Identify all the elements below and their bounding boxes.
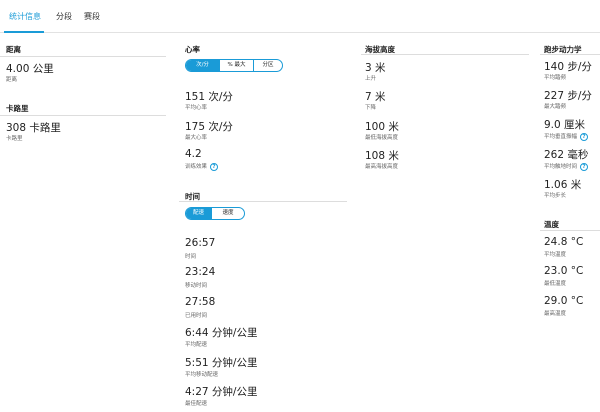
tab-stats[interactable]: 统计信息 xyxy=(9,11,41,22)
section-divider xyxy=(540,230,600,231)
stat-value-ground-contact: 262 毫秒 xyxy=(544,149,589,161)
question-circle-icon[interactable]: ? xyxy=(580,132,589,141)
stat-value-ascent: 3 米 xyxy=(365,62,386,74)
stat-label-ground-contact: 平均触地时间 xyxy=(544,164,578,170)
stat-label-moving-time: 移动时间 xyxy=(185,283,208,289)
stat-value-vertical-oscillation: 9.0 厘米 xyxy=(544,119,586,131)
question-circle-icon[interactable]: ? xyxy=(210,162,219,171)
stat-label-avg-temp: 平均温度 xyxy=(544,252,567,258)
stat-label-descent: 下降 xyxy=(365,105,377,111)
stat-label-max-elevation: 最高海拔高度 xyxy=(365,164,399,170)
stat-value-max-elevation: 108 米 xyxy=(365,150,399,162)
stat-label-max-temp: 最高温度 xyxy=(544,311,567,317)
toggle-option-pace[interactable]: 配速 xyxy=(186,208,213,219)
stat-label-training-effect-row: 训练效果? xyxy=(185,162,219,171)
stat-value-avg-cadence: 140 步/分 xyxy=(544,61,592,73)
section-divider xyxy=(540,54,600,55)
stat-value-max-temp: 29.0 °C xyxy=(544,295,584,307)
stat-value-best-pace: 4:27 分钟/公里 xyxy=(185,386,258,398)
pace-speed-toggle: 配速 速度 xyxy=(185,207,245,220)
toggle-option-speed[interactable]: 速度 xyxy=(212,208,244,219)
stat-label-training-effect: 训练效果 xyxy=(185,164,208,170)
stat-label-avg-hr: 平均心率 xyxy=(185,105,208,111)
stat-label-vertical-oscillation: 平均垂直振幅 xyxy=(544,134,578,140)
tab-bar: 统计信息 分段 赛段 xyxy=(0,0,600,33)
section-divider xyxy=(361,54,529,55)
stat-value-moving-time: 23:24 xyxy=(185,266,216,278)
stat-label-calories: 卡路里 xyxy=(6,136,23,142)
toggle-option-bpm[interactable]: 次/分 xyxy=(186,60,220,71)
section-divider xyxy=(179,201,347,202)
stat-value-avg-hr: 151 次/分 xyxy=(185,91,233,103)
stat-value-min-elevation: 100 米 xyxy=(365,121,399,133)
stat-value-distance: 4.00 公里 xyxy=(6,63,54,75)
stat-value-stride-length: 1.06 米 xyxy=(544,179,582,191)
stat-label-elapsed-time: 已用时间 xyxy=(185,313,208,319)
stat-label-vertical-oscillation-row: 平均垂直振幅? xyxy=(544,132,589,141)
section-title-temperature: 温度 xyxy=(544,220,559,229)
stat-value-calories: 308 卡路里 xyxy=(6,122,61,134)
question-circle-icon[interactable]: ? xyxy=(580,162,589,171)
heart-rate-unit-toggle: 次/分 % 最大 分区 xyxy=(185,59,283,72)
stat-label-best-pace: 最佳配速 xyxy=(185,401,208,407)
toggle-option-percent-max[interactable]: % 最大 xyxy=(220,60,254,71)
stat-value-training-effect: 4.2 xyxy=(185,148,202,160)
stat-value-max-hr: 175 次/分 xyxy=(185,121,233,133)
stat-label-max-hr: 最大心率 xyxy=(185,135,208,141)
stat-label-avg-pace: 平均配速 xyxy=(185,342,208,348)
stat-label-min-temp: 最低温度 xyxy=(544,281,567,287)
toggle-option-zones[interactable]: 分区 xyxy=(254,60,282,71)
stat-value-avg-pace: 6:44 分钟/公里 xyxy=(185,327,258,339)
active-tab-indicator xyxy=(4,31,44,33)
stat-value-avg-temp: 24.8 °C xyxy=(544,236,584,248)
stat-value-avg-moving-pace: 5:51 分钟/公里 xyxy=(185,357,258,369)
stat-label-time: 时间 xyxy=(185,254,197,260)
stat-label-avg-cadence: 平均踏频 xyxy=(544,75,567,81)
section-divider xyxy=(0,115,166,116)
stat-value-elapsed-time: 27:58 xyxy=(185,296,216,308)
stat-label-avg-moving-pace: 平均移动配速 xyxy=(185,372,219,378)
section-title-calories: 卡路里 xyxy=(6,104,29,113)
stat-label-avg-cadence-row: 平均踏频 xyxy=(544,73,566,81)
stat-label-stride-length: 平均步长 xyxy=(544,193,567,199)
stat-value-time: 26:57 xyxy=(185,237,216,249)
stat-label-max-cadence: 最大踏频 xyxy=(544,104,567,110)
stat-label-distance: 距离 xyxy=(6,77,18,83)
stat-value-descent: 7 米 xyxy=(365,91,386,103)
section-title-heart-rate: 心率 xyxy=(185,45,200,54)
stat-label-ascent: 上升 xyxy=(365,76,377,82)
section-divider xyxy=(0,56,166,57)
stat-label-ground-contact-row: 平均触地时间? xyxy=(544,162,589,171)
tab-segments[interactable]: 赛段 xyxy=(84,11,100,22)
stat-value-min-temp: 23.0 °C xyxy=(544,265,584,277)
section-title-distance: 距离 xyxy=(6,45,21,54)
stat-label-min-elevation: 最低海拔高度 xyxy=(365,135,399,141)
tab-laps[interactable]: 分段 xyxy=(56,11,72,22)
stat-value-max-cadence: 227 步/分 xyxy=(544,90,592,102)
